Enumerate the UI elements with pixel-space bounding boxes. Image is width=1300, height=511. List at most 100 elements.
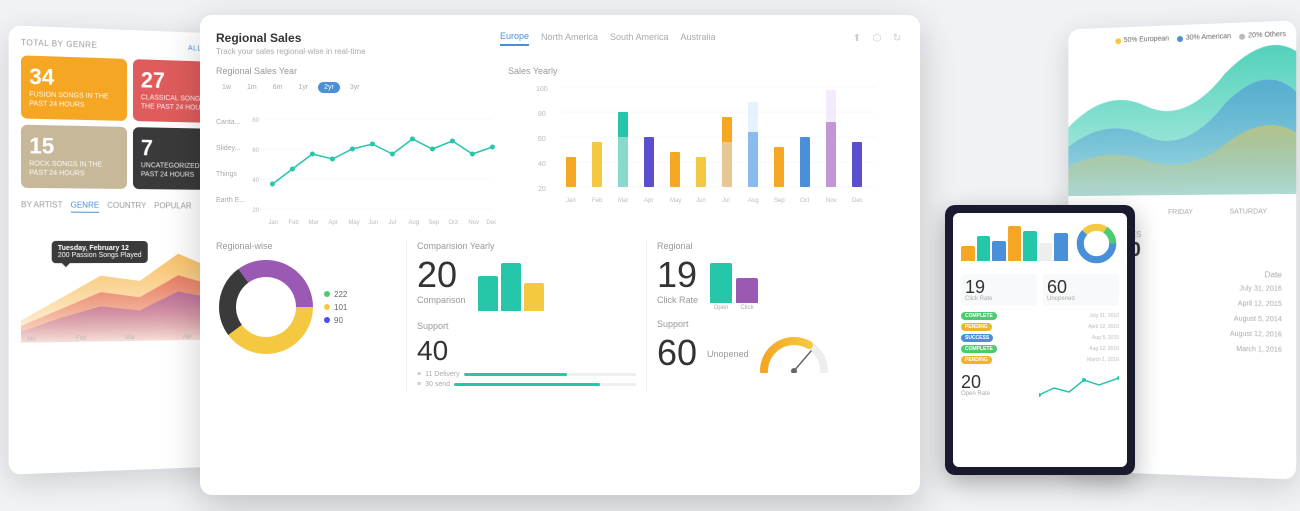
tab-by-artist[interactable]: BY ARTIST <box>21 200 62 212</box>
share-icon[interactable]: ⬡ <box>870 31 884 45</box>
click-bar <box>736 278 758 303</box>
row-labels: Canta... Slidey... Things Earth E... <box>216 99 245 229</box>
upload-icon[interactable]: ⬆ <box>850 31 864 45</box>
svg-text:Jun: Jun <box>696 198 706 204</box>
tablet-bar-4 <box>1008 226 1022 261</box>
support-label: Support <box>417 321 636 331</box>
svg-text:Jan: Jan <box>566 198 576 204</box>
tablet-status-row-2: PENDING April 12, 2016 <box>961 323 1119 331</box>
tablet-bar-5 <box>1023 231 1037 261</box>
tablet-date-3: Aug 5, 2015 <box>1092 335 1119 341</box>
tablet-bar-7 <box>1054 233 1068 261</box>
tab-popular[interactable]: POPULAR <box>154 202 191 214</box>
legend-dot-2 <box>324 304 330 310</box>
friday-label: FRIDAY <box>1168 209 1193 216</box>
svg-text:20: 20 <box>538 186 546 193</box>
donut-wrapper: 222 101 90 <box>216 257 396 357</box>
tablet-badge-4: COMPLETE <box>961 345 997 353</box>
svg-text:Nov: Nov <box>826 198 837 204</box>
progress-bar-2 <box>454 383 636 386</box>
comparison-section: Comparision Yearly 20 Comparison Support… <box>406 241 636 391</box>
tablet-status-row-5: PENDING March 1, 2016 <box>961 356 1119 364</box>
tab-country[interactable]: COUNTRY <box>107 201 146 213</box>
svg-text:Jan: Jan <box>26 335 36 343</box>
line-chart-inner: Canta... Slidey... Things Earth E... 80 <box>216 99 496 229</box>
svg-text:Feb: Feb <box>76 335 87 343</box>
mini-line-svg <box>1039 370 1119 400</box>
tab-australia[interactable]: Australia <box>681 32 716 45</box>
tablet-click-rate-label: Click Rate <box>965 296 1033 302</box>
tablet-panel: 19 Click Rate 60 Unopened COMPLETE July … <box>945 205 1135 475</box>
svg-text:Mar: Mar <box>618 198 628 204</box>
open-rate-num: 20 <box>961 373 990 391</box>
tablet-bar-2 <box>977 236 991 261</box>
svg-text:Jul: Jul <box>722 198 730 204</box>
tab-europe[interactable]: Europe <box>500 31 529 46</box>
tablet-stat-unopened: 60 Unopened <box>1043 274 1119 306</box>
pill-3yr[interactable]: 3yr <box>344 82 366 93</box>
tooltip-date: Tuesday, February 12 <box>58 245 142 252</box>
tablet-date-2: April 12, 2016 <box>1088 324 1119 330</box>
progress-fill-1 <box>464 373 567 376</box>
svg-text:Nov: Nov <box>469 220 480 226</box>
unopened-label: Unopened <box>707 349 749 359</box>
wave-svg <box>1068 20 1296 196</box>
comparison-content: 20 Comparison <box>417 257 636 311</box>
tablet-unopened-label: Unopened <box>1047 296 1115 302</box>
click-rate-label: Click Rate <box>657 295 698 305</box>
unopened-support-label: Support <box>657 319 876 329</box>
svg-text:Jun: Jun <box>369 220 379 226</box>
scene: TOTAL BY GENRE ALL GENRES 34 FUSION SONG… <box>0 0 1300 511</box>
fusion-label: FUSION SONGS in the past 24 hours <box>29 90 119 111</box>
tablet-unopened-num: 60 <box>1047 278 1115 296</box>
main-subtitle: Track your sales regional-wise in real-t… <box>216 47 366 56</box>
gauge-svg <box>759 333 829 373</box>
tab-south-america[interactable]: South America <box>610 32 669 45</box>
header-actions: ⬆ ⬡ ↻ <box>850 31 904 45</box>
tab-north-america[interactable]: North America <box>541 32 598 45</box>
legend-value-1: 222 <box>334 290 347 299</box>
comparison-bars <box>478 261 544 311</box>
pill-1m[interactable]: 1m <box>241 82 263 93</box>
click-bar-group: Click <box>736 278 758 311</box>
svg-text:Mar: Mar <box>125 334 135 341</box>
genre-card-rock[interactable]: 15 ROCK SONGS in the past 24 hours <box>21 125 127 190</box>
pill-1yr[interactable]: 1yr <box>292 82 314 93</box>
tablet-stat-click-rate: 19 Click Rate <box>961 274 1037 306</box>
legend-dot-3 <box>324 317 330 323</box>
comparison-title: Comparision Yearly <box>417 241 636 251</box>
pill-6m[interactable]: 6m <box>267 82 289 93</box>
main-panel: Regional Sales Track your sales regional… <box>200 15 920 495</box>
tablet-click-rate-num: 19 <box>965 278 1033 296</box>
top-charts-row: Regional Sales Year 1w 1m 6m 1yr 2yr 3yr… <box>216 66 904 229</box>
genre-section-title: TOTAL BY GENRE <box>21 38 97 50</box>
donut-section: Regional-wise 222 <box>216 241 396 391</box>
tablet-status-row-3: SUCCESS Aug 5, 2015 <box>961 334 1119 342</box>
bar-3 <box>524 283 544 311</box>
tablet-bar-6 <box>1039 243 1053 261</box>
title-section: Regional Sales Track your sales regional… <box>216 31 366 56</box>
tablet-status-row-1: COMPLETE July 31, 2016 <box>961 312 1119 320</box>
unopened-row: 60 Unopened <box>657 333 876 373</box>
others-label: 20% Others <box>1248 31 1286 40</box>
svg-text:60: 60 <box>538 136 546 143</box>
main-header: Regional Sales Track your sales regional… <box>216 31 904 56</box>
legend-value-2: 101 <box>334 303 347 312</box>
unopened-block: Support 60 Unopened <box>657 319 876 373</box>
time-pills: 1w 1m 6m 1yr 2yr 3yr <box>216 82 496 93</box>
status-date-3: August 5, 2014 <box>1234 315 1282 323</box>
pill-2yr[interactable]: 2yr <box>318 82 340 93</box>
svg-text:Feb: Feb <box>592 198 603 204</box>
saturday-label: SATURDAY <box>1230 208 1268 215</box>
genre-card-fusion[interactable]: 34 FUSION SONGS in the past 24 hours <box>21 55 127 121</box>
svg-text:20: 20 <box>253 208 260 214</box>
tablet-bar-section <box>961 221 1068 266</box>
donut-svg <box>216 257 316 357</box>
refresh-icon[interactable]: ↻ <box>890 31 904 45</box>
tab-genre[interactable]: GENRE <box>71 201 100 213</box>
pill-1w[interactable]: 1w <box>216 82 237 93</box>
tablet-date-4: Aug 12, 2016 <box>1089 346 1119 352</box>
tablet-bar-1 <box>961 246 975 261</box>
svg-text:Feb: Feb <box>289 220 300 226</box>
svg-text:Jan: Jan <box>269 220 279 226</box>
